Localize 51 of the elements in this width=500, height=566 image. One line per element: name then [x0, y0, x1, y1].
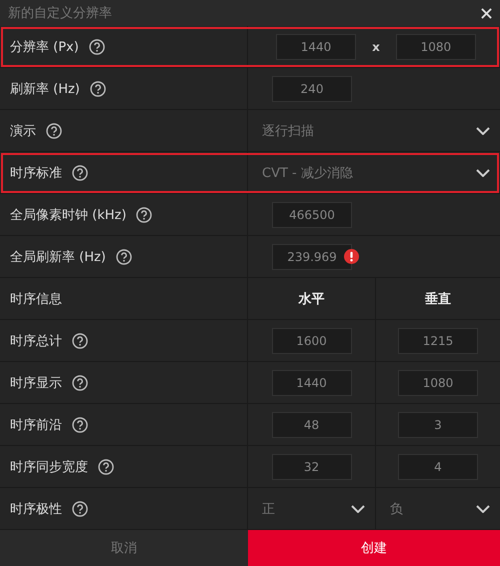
- window-title: 新的自定义分辨率: [8, 5, 112, 22]
- input-field[interactable]: 1080: [398, 370, 478, 396]
- help-icon[interactable]: [46, 122, 62, 138]
- input-field[interactable]: 1440: [272, 370, 352, 396]
- input-field[interactable]: 240: [272, 76, 352, 102]
- create-button[interactable]: 创建: [248, 530, 500, 566]
- help-icon[interactable]: [88, 38, 105, 54]
- help-icon[interactable]: [72, 374, 88, 390]
- setting-label: 刷新率 (Hz): [10, 80, 80, 98]
- setting-label: 时序信息: [10, 290, 62, 308]
- dropdown[interactable]: CVT - 减少消隐: [248, 152, 500, 193]
- close-icon[interactable]: [481, 8, 492, 18]
- input-field[interactable]: 4: [398, 454, 478, 480]
- setting-label: 时序标准: [10, 164, 62, 182]
- help-icon[interactable]: [72, 416, 88, 432]
- dropdown[interactable]: 正: [248, 488, 375, 529]
- width-field[interactable]: 1440: [276, 34, 356, 60]
- input-field[interactable]: 1215: [398, 328, 478, 354]
- times-sign: x: [372, 40, 380, 54]
- chevron-down-icon: [476, 504, 490, 512]
- dropdown[interactable]: 逐行扫描: [248, 110, 500, 151]
- column-header: 水平: [298, 290, 324, 308]
- setting-label: 时序同步宽度: [10, 458, 88, 476]
- setting-label: 分辨率 (Px): [10, 38, 79, 56]
- help-icon[interactable]: [136, 206, 152, 222]
- setting-label: 时序前沿: [10, 416, 62, 434]
- height-field[interactable]: 1080: [396, 34, 476, 60]
- input-field[interactable]: 48: [272, 412, 352, 438]
- setting-label: 时序显示: [10, 374, 62, 392]
- setting-label: 演示: [10, 122, 36, 140]
- column-header: 垂直: [425, 290, 451, 308]
- input-field[interactable]: 239.969: [272, 244, 352, 270]
- input-field[interactable]: 32: [272, 454, 352, 480]
- cancel-button[interactable]: 取消: [0, 530, 248, 566]
- help-icon[interactable]: [72, 164, 88, 180]
- input-field[interactable]: 466500: [272, 202, 352, 228]
- dropdown[interactable]: 负: [376, 488, 500, 529]
- help-icon[interactable]: [116, 248, 132, 264]
- help-icon[interactable]: [90, 80, 106, 96]
- help-icon[interactable]: [98, 458, 114, 474]
- help-icon[interactable]: [72, 332, 88, 348]
- setting-label: 全局刷新率 (Hz): [10, 248, 106, 266]
- setting-label: 全局像素时钟 (kHz): [10, 206, 126, 224]
- chevron-down-icon: [476, 126, 490, 134]
- setting-label: 时序极性: [10, 500, 62, 518]
- input-field[interactable]: 1600: [272, 328, 352, 354]
- chevron-down-icon: [476, 168, 490, 176]
- chevron-down-icon: [351, 504, 365, 512]
- input-field[interactable]: 3: [398, 412, 478, 438]
- help-icon[interactable]: [72, 500, 88, 516]
- setting-label: 时序总计: [10, 332, 62, 350]
